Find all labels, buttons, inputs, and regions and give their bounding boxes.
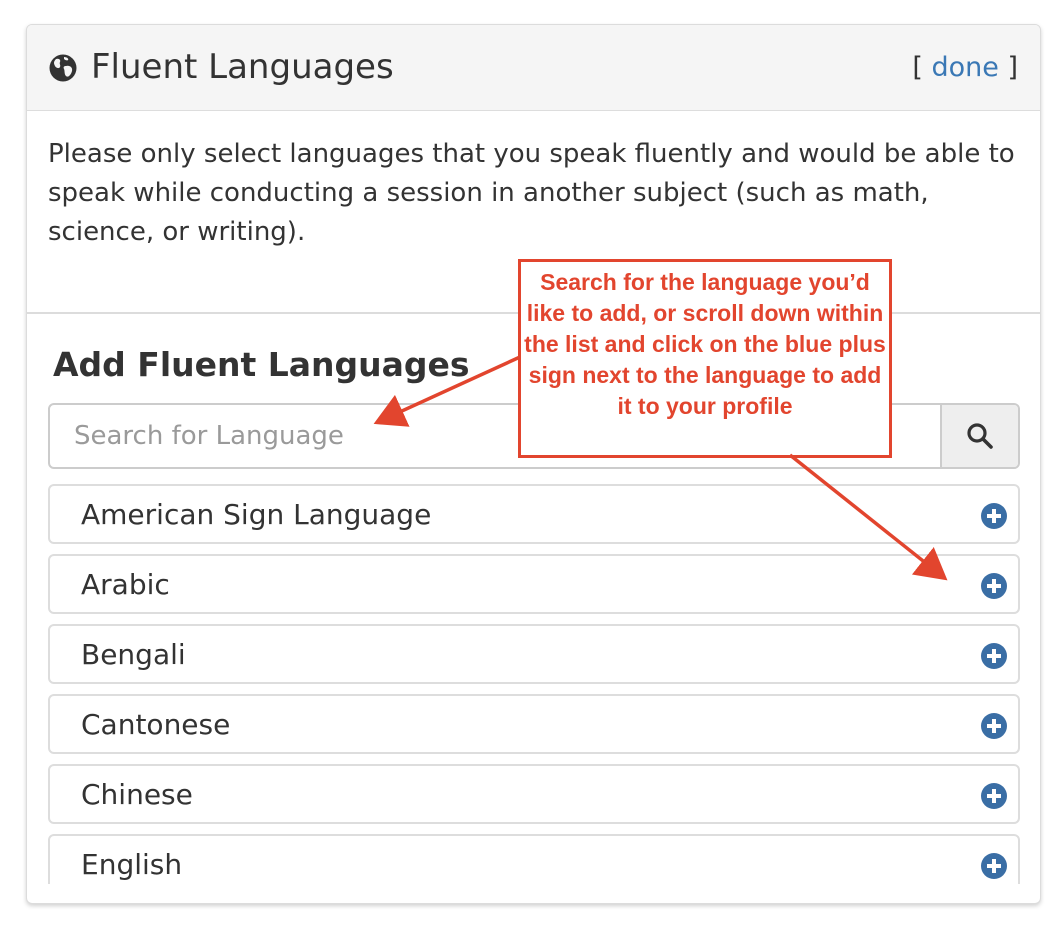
language-label: Cantonese xyxy=(81,708,231,741)
language-item-english: English xyxy=(48,834,1020,884)
panel-title: Fluent Languages xyxy=(91,47,394,87)
plus-circle-icon[interactable] xyxy=(980,852,1008,880)
globe-icon xyxy=(49,54,77,82)
annotation-callout: Search for the language you’d like to ad… xyxy=(518,259,892,458)
language-label: Bengali xyxy=(81,638,186,671)
done-control: [ done ] xyxy=(912,51,1018,85)
plus-circle-icon[interactable] xyxy=(980,642,1008,670)
language-item-cantonese: Cantonese xyxy=(48,694,1020,754)
language-label: American Sign Language xyxy=(81,498,432,531)
done-open-bracket: [ xyxy=(912,52,923,83)
language-label: English xyxy=(81,848,183,881)
plus-circle-icon[interactable] xyxy=(980,712,1008,740)
language-list[interactable]: American Sign Language Arabic Bengali Ca… xyxy=(48,484,1020,884)
fluent-languages-panel: Fluent Languages [ done ] Please only se… xyxy=(26,24,1041,904)
language-item-american-sign-language: American Sign Language xyxy=(48,484,1020,544)
language-label: Chinese xyxy=(81,778,193,811)
search-button[interactable] xyxy=(940,405,1018,467)
plus-circle-icon[interactable] xyxy=(980,502,1008,530)
language-item-bengali: Bengali xyxy=(48,624,1020,684)
language-label: Arabic xyxy=(81,568,170,601)
language-item-chinese: Chinese xyxy=(48,764,1020,824)
plus-circle-icon[interactable] xyxy=(980,572,1008,600)
panel-header: Fluent Languages [ done ] xyxy=(27,25,1040,111)
instructions-text: Please only select languages that you sp… xyxy=(48,139,1015,247)
done-link[interactable]: done xyxy=(931,52,998,83)
done-close-bracket: ] xyxy=(1007,52,1018,83)
plus-circle-icon[interactable] xyxy=(980,782,1008,810)
add-languages-heading: Add Fluent Languages xyxy=(53,345,470,384)
search-icon xyxy=(967,423,993,449)
language-item-arabic: Arabic xyxy=(48,554,1020,614)
